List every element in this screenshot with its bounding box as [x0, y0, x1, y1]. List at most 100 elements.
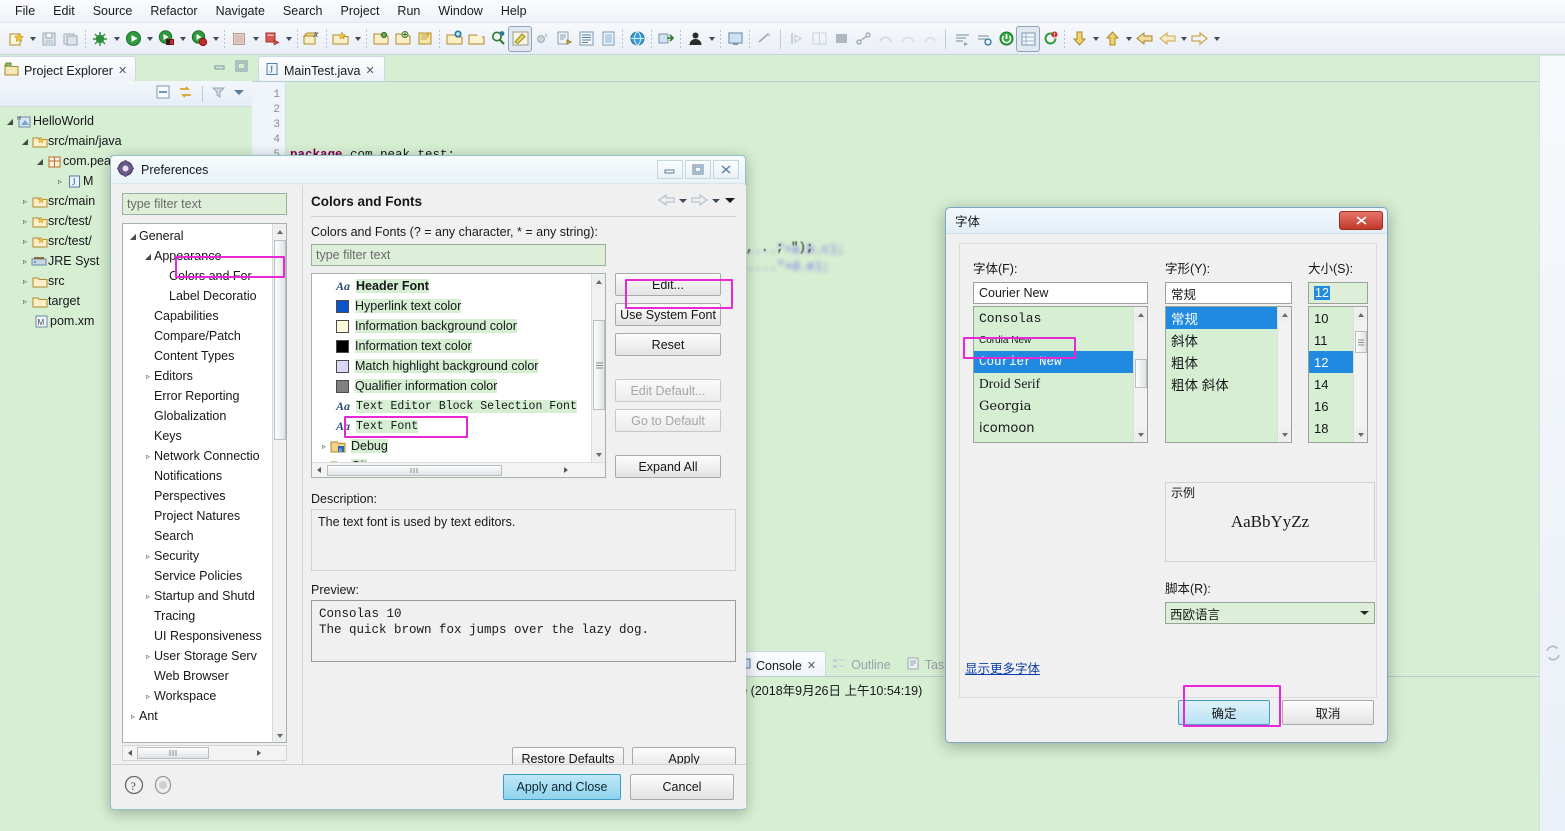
preferences-tree-item[interactable]: ▹ Workspace: [123, 686, 286, 706]
forward-back-icon[interactable]: [1156, 27, 1178, 51]
font-style-list[interactable]: 常规 斜体 粗体 粗体 斜体: [1165, 306, 1292, 443]
power-icon[interactable]: [995, 27, 1017, 51]
chevron-down-icon[interactable]: [1359, 606, 1370, 620]
font-family-list-item[interactable]: Droid Serif: [974, 373, 1147, 395]
preferences-tree-item[interactable]: Service Policies: [123, 566, 286, 586]
tree-item-helloworld[interactable]: ◢ M HelloWorld: [0, 111, 252, 131]
font-family-list[interactable]: Consolas Cordia New Courier New Droid Serif…: [973, 306, 1148, 443]
scroll-up-icon[interactable]: [1135, 308, 1147, 321]
tab-outline[interactable]: Outline: [826, 651, 900, 676]
menu-item-source[interactable]: Source: [84, 2, 142, 20]
scrollbar-thumb[interactable]: [593, 320, 605, 410]
scroll-left-icon[interactable]: [126, 746, 134, 760]
edit-button[interactable]: Edit...: [615, 273, 721, 296]
open-type-icon[interactable]: [443, 27, 465, 51]
scroll-down-icon[interactable]: [1355, 428, 1367, 441]
table-grid-icon[interactable]: [1016, 25, 1040, 52]
hscrollbar-thumb[interactable]: [137, 747, 209, 759]
menu-item-project[interactable]: Project: [332, 2, 389, 20]
close-icon[interactable]: ✕: [365, 64, 374, 77]
font-style-list-item[interactable]: 常规: [1166, 307, 1291, 329]
colors-and-fonts-list-item[interactable]: Aa Header Font: [312, 276, 605, 296]
preferences-tree-item[interactable]: UI Responsiveness: [123, 626, 286, 646]
scroll-right-icon[interactable]: [562, 463, 570, 477]
scrollbar-thumb[interactable]: [1355, 331, 1367, 353]
go-to-default-button[interactable]: Go to Default: [615, 409, 721, 432]
pin-editor-icon[interactable]: [508, 25, 532, 52]
scroll-down-icon[interactable]: [593, 448, 605, 461]
link-with-editor-icon[interactable]: [177, 84, 195, 103]
preferences-filter-input[interactable]: type filter text: [122, 193, 287, 215]
use-system-font-button[interactable]: Use System Font: [615, 303, 721, 326]
font-style-list-item[interactable]: 粗体: [1166, 351, 1291, 373]
forward-dropdown-icon[interactable]: [711, 194, 721, 208]
colors-and-fonts-list[interactable]: Aa Header Font Hyperlink text color Informa…: [311, 273, 606, 478]
download-icon[interactable]: [1068, 27, 1090, 51]
info-icon[interactable]: [153, 775, 173, 798]
maximize-icon[interactable]: [235, 60, 248, 75]
upload-icon[interactable]: [1101, 27, 1123, 51]
preferences-tree-item[interactable]: ▹ Security: [123, 546, 286, 566]
twisty-icon[interactable]: ◢: [19, 137, 31, 146]
preferences-tree-scrollbar[interactable]: [272, 224, 286, 742]
upload-dropdown-icon[interactable]: [1123, 27, 1134, 51]
new-folder-icon[interactable]: [330, 27, 352, 51]
font-style-input[interactable]: 常规: [1165, 282, 1292, 304]
twisty-icon[interactable]: ▹: [142, 592, 154, 601]
menu-item-navigate[interactable]: Navigate: [207, 2, 274, 20]
preferences-tree-item[interactable]: Search: [123, 526, 286, 546]
collapse-all-icon[interactable]: [155, 84, 172, 103]
preferences-tree-item[interactable]: ▹ Ant: [123, 706, 286, 726]
terminate-icon[interactable]: [830, 27, 852, 51]
colors-and-fonts-list-item[interactable]: Aa Text Font: [312, 416, 605, 436]
apply-and-close-button[interactable]: Apply and Close: [503, 773, 621, 800]
step-over-icon[interactable]: [896, 27, 918, 51]
colors-and-fonts-list-item[interactable]: Information text color: [312, 336, 605, 356]
preferences-tree-item[interactable]: ◢ Appearance: [123, 246, 286, 266]
font-family-list-item[interactable]: Courier New: [974, 351, 1147, 373]
menu-item-refactor[interactable]: Refactor: [141, 2, 206, 20]
help-icon[interactable]: ?: [124, 775, 144, 798]
new-folder-dropdown-icon[interactable]: [352, 27, 363, 51]
scroll-down-icon[interactable]: [1135, 428, 1147, 441]
new-java-class-dropdown-icon[interactable]: [283, 27, 294, 51]
preferences-tree[interactable]: ◢ General ◢ Appearance Colors and For Label D…: [122, 223, 287, 743]
colors-and-fonts-list-item[interactable]: Qualifier information color: [312, 376, 605, 396]
font-size-list[interactable]: 10 11 12 14 16 18 20: [1308, 306, 1368, 443]
close-icon[interactable]: ✕: [807, 659, 816, 672]
twisty-icon[interactable]: ▹: [127, 712, 139, 721]
show-more-fonts-link[interactable]: 显示更多字体: [965, 658, 1040, 677]
font-style-list-item[interactable]: 斜体: [1166, 329, 1291, 351]
reset-button[interactable]: Reset: [615, 333, 721, 356]
forward-icon[interactable]: [1189, 27, 1211, 51]
view-menu-icon[interactable]: [724, 194, 736, 208]
menu-item-search[interactable]: Search: [274, 2, 332, 20]
tree-item-src-main-java[interactable]: ◢ src/main/java: [0, 131, 252, 151]
save-icon[interactable]: [38, 27, 60, 51]
twisty-icon[interactable]: ▹: [19, 197, 31, 206]
preferences-tree-item[interactable]: Error Reporting: [123, 386, 286, 406]
preferences-tree-item[interactable]: ▹ Network Connectio: [123, 446, 286, 466]
twisty-icon[interactable]: ▹: [19, 257, 31, 266]
expand-all-button[interactable]: Expand All: [615, 455, 721, 478]
user-dropdown-icon[interactable]: [706, 27, 717, 51]
preferences-tree-item[interactable]: ▹ Editors: [123, 366, 286, 386]
toggle-block-selection-icon[interactable]: [597, 27, 619, 51]
open-web-browser-icon[interactable]: [626, 27, 648, 51]
preferences-tree-item[interactable]: Web Browser: [123, 666, 286, 686]
run-as-server-dropdown-icon[interactable]: [177, 27, 188, 51]
new-file-icon[interactable]: [370, 27, 392, 51]
scroll-up-icon[interactable]: [593, 275, 605, 288]
filter-icon[interactable]: [210, 84, 227, 103]
new-wizard-dropdown-icon[interactable]: [27, 27, 38, 51]
twisty-icon[interactable]: ◢: [142, 252, 154, 261]
cancel-button[interactable]: 取消: [1282, 700, 1374, 725]
twisty-icon[interactable]: ◢: [34, 157, 46, 166]
debug-icon[interactable]: [89, 27, 111, 51]
scroll-up-icon[interactable]: [274, 225, 286, 239]
coverage-icon[interactable]: [188, 27, 210, 51]
run-as-server-icon[interactable]: [155, 27, 177, 51]
colors-and-fonts-list-item[interactable]: ▹ a Debug: [312, 436, 605, 456]
step-return-icon[interactable]: [874, 27, 896, 51]
user-icon[interactable]: [684, 27, 706, 51]
